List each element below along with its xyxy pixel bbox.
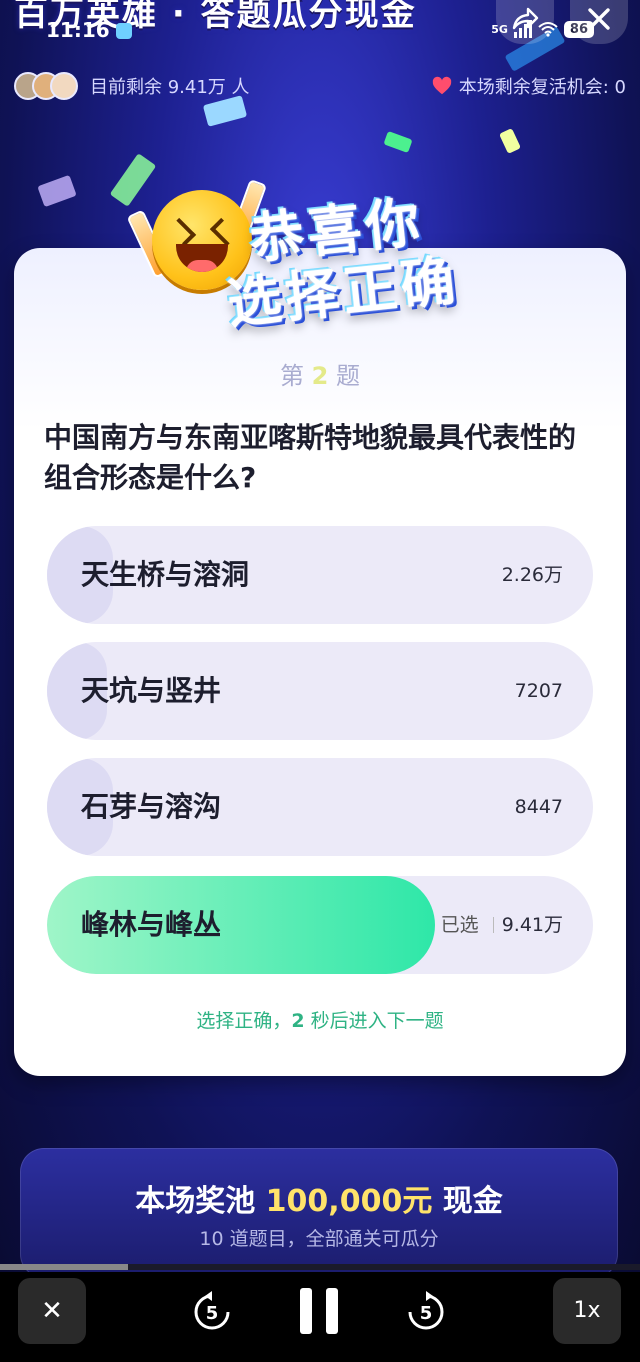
share-icon <box>512 7 539 30</box>
info-row: 目前剩余 9.41万 人 本场剩余复活机会: 0 <box>14 70 626 102</box>
option-label: 峰林与峰丛 <box>81 908 222 941</box>
prize-pool-subtitle: 10 道题目，全部通关可瓜分 <box>199 1228 439 1250</box>
option-3[interactable]: 石芽与溶沟 8447 <box>47 758 593 856</box>
prize-pool-panel: 本场奖池 100,000元 现金 10 道题目，全部通关可瓜分 <box>20 1148 618 1272</box>
heart-icon <box>432 76 452 95</box>
divider <box>492 917 494 933</box>
close-icon <box>588 8 610 30</box>
option-count-value: 9.41万 <box>501 914 563 936</box>
rewind-icon: 5 <box>194 1291 230 1330</box>
player-avatars <box>14 72 78 100</box>
question-number-value: 2 <box>311 362 329 390</box>
confetti <box>37 174 77 208</box>
video-progress-done <box>0 1264 128 1270</box>
svg-text:5: 5 <box>420 1303 433 1324</box>
option-4-selected[interactable]: 峰林与峰丛 已选 9.41万 <box>47 876 593 974</box>
pool-amount: 100,000元 <box>265 1184 433 1219</box>
forward-icon: 5 <box>408 1291 444 1330</box>
rewind-5-button[interactable]: 5 <box>190 1290 234 1334</box>
pool-prefix: 本场奖池 <box>135 1184 266 1219</box>
app-badge-icon <box>115 23 132 39</box>
prize-pool-title: 本场奖池 100,000元 现金 <box>20 1176 618 1220</box>
pool-suffix: 现金 <box>432 1184 503 1219</box>
share-button[interactable] <box>496 0 554 44</box>
option-1[interactable]: 天生桥与溶洞 2.26万 <box>47 526 593 624</box>
player-close-button[interactable]: ✕ <box>18 1278 86 1344</box>
option-2[interactable]: 天坑与竖井 7207 <box>47 642 593 740</box>
avatar <box>50 72 78 100</box>
hint-prefix: 选择正确， <box>196 1010 292 1032</box>
question-number: 第 2 题 <box>14 356 626 391</box>
confetti <box>383 130 413 154</box>
close-button[interactable] <box>570 0 628 44</box>
question-card: 第 2 题 中国南方与东南亚喀斯特地貌最具代表性的组合形态是什么? 天生桥与溶洞… <box>14 248 626 1076</box>
question-number-prefix: 第 <box>280 362 304 390</box>
status-time: 11:16 <box>46 18 132 42</box>
option-count: 7207 <box>514 680 563 702</box>
confetti <box>499 128 521 154</box>
option-label: 石芽与溶沟 <box>81 790 222 823</box>
next-question-hint: 选择正确，2 秒后进入下一题 <box>14 1006 626 1033</box>
pause-button[interactable] <box>300 1288 340 1334</box>
question-text: 中国南方与东南亚喀斯特地貌最具代表性的组合形态是什么? <box>44 421 577 494</box>
quiz-screen: 百万英雄 · 答题瓜分现金 11:16 5G 86 目前剩余 9.41万 人 本… <box>0 0 640 1272</box>
option-count: 8447 <box>514 796 563 818</box>
option-label: 天生桥与溶洞 <box>81 558 250 591</box>
video-progress-bar[interactable] <box>0 1264 640 1270</box>
hint-suffix: 秒后进入下一题 <box>304 1010 444 1032</box>
option-count: 2.26万 <box>501 564 563 586</box>
correct-banner: 恭喜你 选择正确 <box>126 170 490 360</box>
status-time-text: 11:16 <box>46 18 110 42</box>
svg-text:5: 5 <box>206 1303 219 1324</box>
remaining-players: 目前剩余 9.41万 人 <box>90 77 250 98</box>
option-label: 天坑与竖井 <box>81 674 222 707</box>
question-number-suffix: 题 <box>335 362 360 390</box>
selected-badge: 已选 <box>440 914 479 936</box>
player-controls: ✕ 5 5 1x <box>0 1272 640 1362</box>
forward-5-button[interactable]: 5 <box>404 1290 448 1334</box>
option-count: 已选 9.41万 <box>441 876 563 974</box>
hint-seconds: 2 <box>291 1010 305 1032</box>
playback-speed-button[interactable]: 1x <box>553 1278 621 1344</box>
revive-info: 本场剩余复活机会: 0 <box>431 73 626 99</box>
revive-chances: 本场剩余复活机会: 0 <box>458 77 626 98</box>
